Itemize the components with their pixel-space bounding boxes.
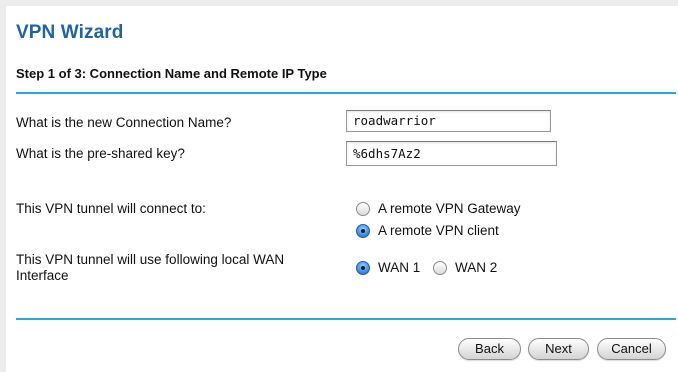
connection-name-label: What is the new Connection Name? <box>16 115 232 130</box>
wan-interface-label-line2: Interface <box>16 268 69 283</box>
option-wan2[interactable]: WAN 2 <box>433 260 497 275</box>
wizard-title: VPN Wizard <box>16 22 124 43</box>
step-heading: Step 1 of 3: Connection Name and Remote … <box>16 66 327 81</box>
wan1-label: WAN 1 <box>378 260 421 275</box>
wan2-radio[interactable] <box>433 260 447 275</box>
top-divider <box>16 92 676 94</box>
remote-client-radio[interactable] <box>356 223 370 238</box>
option-remote-client[interactable]: A remote VPN client <box>356 223 499 238</box>
bottom-divider <box>16 318 676 320</box>
back-button[interactable]: Back <box>458 338 521 360</box>
remote-client-label: A remote VPN client <box>378 223 499 238</box>
remote-gateway-label: A remote VPN Gateway <box>378 201 521 216</box>
psk-input[interactable]: %6dhs7Az2 <box>346 141 557 166</box>
connection-name-input[interactable]: roadwarrior <box>346 110 551 132</box>
wan-interface-label: This VPN tunnel will use following local… <box>16 252 284 284</box>
wan-interface-label-line1: This VPN tunnel will use following local… <box>16 252 285 267</box>
remote-gateway-radio[interactable] <box>356 201 370 216</box>
next-button[interactable]: Next <box>528 338 589 360</box>
psk-label: What is the pre-shared key? <box>16 146 185 161</box>
cancel-button[interactable]: Cancel <box>597 338 666 360</box>
tunnel-connect-label: This VPN tunnel will connect to: <box>16 201 206 216</box>
wan2-label: WAN 2 <box>455 260 498 275</box>
option-remote-gateway[interactable]: A remote VPN Gateway <box>356 201 521 216</box>
option-wan1[interactable]: WAN 1 <box>356 260 420 275</box>
wan1-radio[interactable] <box>356 260 370 275</box>
